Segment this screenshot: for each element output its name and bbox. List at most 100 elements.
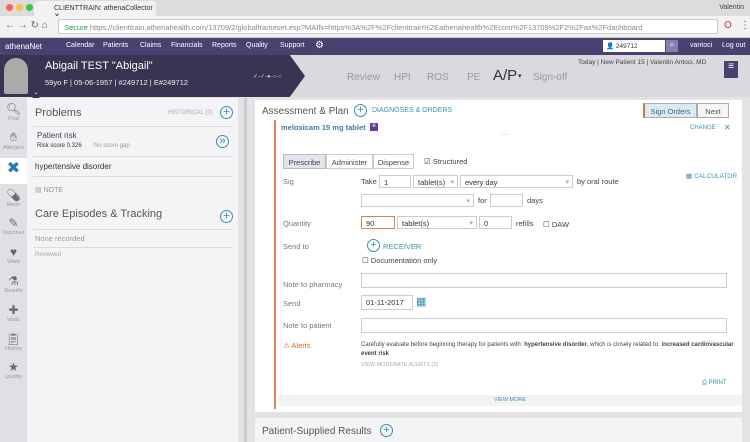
browser-tab[interactable]: CLIENTTRAIN: athenaCollector ✕	[34, 1, 156, 20]
patient-info: 59yo F | 05-06-1957 | #249712 | E#249712	[45, 78, 189, 87]
rail-visits[interactable]: ✚ Visits	[0, 303, 27, 323]
logout-link[interactable]: Log out	[722, 42, 745, 49]
send-to-label: Send to	[283, 242, 309, 251]
patient-search-input[interactable]: 👤 249712	[603, 40, 665, 52]
risk-score: Risk score 0.326	[37, 143, 82, 149]
refills-input[interactable]: 0	[479, 216, 512, 229]
problems-title: Problems	[35, 107, 82, 119]
nav-patients[interactable]: Patients	[103, 42, 128, 49]
url-input[interactable]: Secure https://clienttrain.athenahealth.…	[58, 19, 718, 34]
days-input[interactable]	[490, 194, 523, 207]
icon-rail: 🔍︎ Find ✋︎ Allergies ✖ 💊︎ Meds ✎ Vaccines ♥ V…	[0, 98, 27, 442]
step-signoff[interactable]: Sign-off	[533, 72, 567, 83]
problems-panel: Problems HISTORICAL (0) + Patient risk R…	[27, 98, 238, 442]
back-icon[interactable]: ← → ↻ ⌂	[5, 20, 48, 31]
step-pe[interactable]: PE	[467, 72, 480, 83]
rail-quality[interactable]: ★ Quality	[0, 360, 27, 380]
note-link[interactable]: ▤ NOTE	[35, 186, 63, 194]
close-icon[interactable]: ✕	[724, 123, 731, 132]
rail-results[interactable]: ⚗ Results	[0, 274, 27, 294]
frequency-select[interactable]: every day	[460, 175, 573, 188]
receiver-link[interactable]: RECEIVER	[383, 242, 421, 251]
maximize-window-icon[interactable]	[26, 4, 33, 11]
rail-meds[interactable]: 💊︎ Meds	[0, 188, 27, 208]
add-result-icon[interactable]: +	[380, 424, 393, 437]
sign-orders-button[interactable]: Sign Orders	[643, 103, 697, 118]
view-moderate-alerts-link[interactable]: VIEW MODERATE ALERTS (2)	[361, 362, 438, 368]
opera-icon[interactable]: O	[724, 20, 732, 31]
rail-history[interactable]: 📋︎ History	[0, 332, 27, 352]
tab-dispense[interactable]: Dispense	[373, 154, 414, 169]
problem-item[interactable]: hypertensive disorder	[35, 162, 111, 171]
quantity-input[interactable]: 90	[361, 216, 395, 229]
close-window-icon[interactable]	[6, 4, 13, 11]
nav-reports[interactable]: Reports	[212, 42, 237, 49]
patient-name[interactable]: Abigail TEST "Abigail"	[45, 60, 153, 72]
menu-icon[interactable]: ⋮	[740, 20, 750, 31]
duration-select[interactable]	[361, 194, 474, 207]
medical-bag-icon: ✚	[8, 303, 19, 317]
nav-claims[interactable]: Claims	[140, 42, 161, 49]
nav-support[interactable]: Support	[280, 42, 305, 49]
step-hpi[interactable]: HPI	[394, 72, 411, 83]
note-patient-input[interactable]	[361, 318, 727, 333]
nav-quality[interactable]: Quality	[246, 42, 268, 49]
care-title: Care Episodes & Tracking	[35, 208, 163, 220]
rail-problems[interactable]: ✖	[0, 158, 27, 184]
encounter-context: Today | New Patient 15 | Valentin Antoci…	[578, 59, 707, 66]
step-review[interactable]: Review	[347, 72, 380, 83]
change-link[interactable]: CHANGE	[690, 125, 716, 131]
hamburger-icon[interactable]: ≡	[724, 61, 738, 78]
tab-prescribe[interactable]: Prescribe	[283, 154, 326, 169]
patient-risk-title[interactable]: Patient risk	[37, 131, 77, 140]
calculator-button[interactable]: ▦ CALCULATOR	[686, 172, 737, 180]
daw-checkbox[interactable]: ☐ DAW	[543, 220, 569, 229]
documentation-only-checkbox[interactable]: ☐ Documentation only	[362, 256, 437, 265]
historical-link[interactable]: HISTORICAL (0)	[168, 110, 213, 116]
logo[interactable]: athenaNet	[5, 42, 42, 51]
user-menu[interactable]: vantoci	[690, 42, 712, 49]
add-receiver-icon[interactable]: +	[367, 239, 380, 252]
print-label: PRINT	[708, 380, 727, 386]
step-ap[interactable]: A/P	[493, 67, 517, 84]
nav-calendar[interactable]: Calendar	[66, 42, 94, 49]
take-unit-select[interactable]: tablet(s)	[413, 175, 458, 188]
days-label: days	[527, 196, 543, 205]
tab-administer[interactable]: Administer	[326, 154, 373, 169]
care-none: None recorded	[35, 234, 85, 243]
minimize-window-icon[interactable]	[16, 4, 23, 11]
rail-vaccines[interactable]: ✎ Vaccines	[0, 216, 27, 236]
syringe-icon: ✎	[8, 216, 19, 230]
quantity-unit-select[interactable]: tablet(s)	[397, 216, 477, 229]
rail-find[interactable]: 🔍︎ Find	[0, 102, 27, 122]
rail-allergies[interactable]: ✋︎ Allergies	[0, 130, 27, 151]
take-quantity-input[interactable]: 1	[379, 175, 411, 188]
search-icon[interactable]: ⌕	[666, 40, 678, 52]
calculator-label: CALCULATOR	[693, 173, 738, 180]
note-pharmacy-input[interactable]	[361, 273, 727, 288]
more-icon[interactable]: ···	[501, 130, 509, 139]
rail-label: Allergies	[2, 145, 25, 151]
calendar-icon[interactable]: ▦	[416, 295, 426, 308]
rail-vitals[interactable]: ♥ Vitals	[0, 245, 27, 265]
nav-financials[interactable]: Financials	[171, 42, 203, 49]
send-date-input[interactable]: 01-11-2017	[361, 295, 413, 310]
add-problem-icon[interactable]: +	[220, 106, 233, 119]
step-ros[interactable]: ROS	[427, 72, 449, 83]
chevron-down-icon[interactable]: ▾	[518, 72, 522, 80]
expand-risk-icon[interactable]: »	[216, 135, 229, 148]
next-button[interactable]: Next	[697, 103, 729, 118]
add-care-icon[interactable]: +	[220, 210, 233, 223]
print-button[interactable]: ⎙ PRINT	[702, 380, 726, 387]
view-more-button[interactable]: VIEW MORE	[278, 395, 742, 406]
rail-label: Meds	[6, 202, 21, 208]
structured-checkbox[interactable]: ☑ Structured	[424, 157, 467, 166]
diagnoses-orders-link[interactable]: DIAGNOSES & ORDERS	[372, 107, 452, 114]
rail-label: Visits	[6, 317, 21, 323]
ap-title: Assessment & Plan	[262, 106, 349, 117]
gear-icon[interactable]: ⚙	[315, 40, 324, 51]
add-diagnosis-icon[interactable]: +	[354, 104, 367, 117]
drug-name[interactable]: meloxicam 15 mg tablet	[281, 123, 366, 132]
panel-scrollbar[interactable]	[244, 98, 247, 442]
alert-message: Carefully evaluate before beginning ther…	[361, 341, 736, 358]
